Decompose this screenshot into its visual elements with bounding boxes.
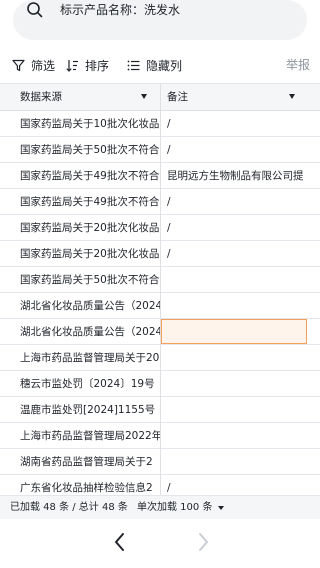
- cell-note[interactable]: /: [167, 111, 317, 137]
- cell-note[interactable]: /: [167, 215, 317, 241]
- cell-source[interactable]: 国家药监局关于20批次化妆品: [20, 215, 160, 241]
- cell-note-selected[interactable]: [161, 319, 307, 344]
- cell-source[interactable]: 湖北省化妆品质量公告（2024: [20, 319, 160, 345]
- cell-source[interactable]: 上海市药品监督管理局2022年: [20, 423, 160, 449]
- cell-source[interactable]: 湖北省化妆品质量公告（2024: [20, 293, 160, 319]
- cell-source[interactable]: 国家药监局关于49批次不符合: [20, 189, 160, 215]
- search-bar-area: 标示产品名称：洗发水: [0, 0, 320, 48]
- cell-source[interactable]: 穗云市监处罚〔2024〕19号: [20, 371, 160, 397]
- list-icon: [127, 60, 140, 70]
- filter-button[interactable]: 筛选: [12, 55, 55, 75]
- cell-note[interactable]: [167, 371, 317, 397]
- cell-source[interactable]: 广东省化妆品抽样检验信息2: [20, 475, 160, 495]
- cell-note[interactable]: [167, 397, 317, 423]
- bottom-navigation: [0, 519, 320, 568]
- sort-button[interactable]: 排序: [66, 55, 109, 75]
- loaded-count-text: 已加载 48 条 / 总计 48 条: [10, 502, 128, 513]
- cell-source[interactable]: 温鹿市监处罚[2024]1155号: [20, 397, 160, 423]
- cell-note[interactable]: /: [167, 475, 317, 495]
- cell-note[interactable]: /: [167, 137, 317, 163]
- cell-note[interactable]: /: [167, 189, 317, 215]
- cell-note[interactable]: [167, 267, 317, 293]
- sort-label: 排序: [85, 58, 110, 73]
- cell-source[interactable]: 国家药监局关于49批次不符合: [20, 163, 160, 189]
- toolbar: 筛选 排序 隐藏列 举报: [0, 48, 320, 82]
- column-divider: [160, 84, 161, 495]
- caret-down-icon: [218, 505, 225, 510]
- search-query-text: 标示产品名称：洗发水: [60, 3, 181, 17]
- cell-note[interactable]: [167, 293, 317, 319]
- cell-source[interactable]: 国家药监局关于50批次不符合: [20, 137, 160, 163]
- column-header-note[interactable]: 备注: [167, 84, 307, 110]
- cell-note[interactable]: [167, 345, 317, 371]
- column-header-source[interactable]: 数据来源: [20, 84, 158, 110]
- cell-source[interactable]: 上海市药品监督管理局关于20: [20, 345, 160, 371]
- column-menu-caret-icon[interactable]: [289, 94, 295, 99]
- back-arrow-icon[interactable]: [110, 531, 130, 553]
- batch-size-select[interactable]: 单次加载 100 条: [137, 496, 225, 519]
- data-table: 数据来源 备注 国家药监局关于10批次化妆品 / 国家药监局关于50批次不符合 / 国家…: [0, 83, 320, 495]
- cell-note[interactable]: [167, 423, 317, 449]
- cell-note[interactable]: [167, 449, 317, 475]
- column-header-source-label: 数据来源: [20, 91, 62, 103]
- hide-columns-button[interactable]: 隐藏列: [127, 55, 182, 75]
- cell-source[interactable]: 国家药监局关于10批次化妆品: [20, 111, 160, 137]
- filter-label: 筛选: [31, 58, 56, 73]
- forward-arrow-icon[interactable]: [193, 531, 213, 553]
- sort-icon: [66, 59, 78, 72]
- cell-note[interactable]: 昆明远方生物制品有限公司提: [167, 163, 317, 189]
- column-menu-caret-icon[interactable]: [141, 94, 147, 99]
- batch-size-label: 单次加载 100 条: [137, 502, 213, 513]
- search-icon: [26, 1, 44, 19]
- hide-columns-label: 隐藏列: [146, 58, 183, 73]
- column-header-note-label: 备注: [167, 91, 188, 103]
- report-link[interactable]: 举报: [286, 55, 310, 75]
- filter-icon: [12, 59, 25, 71]
- search-box[interactable]: 标示产品名称：洗发水: [13, 0, 307, 40]
- cell-source[interactable]: 国家药监局关于50批次不符合: [20, 267, 160, 293]
- status-bar: 已加载 48 条 / 总计 48 条 单次加载 100 条: [0, 495, 320, 519]
- cell-note[interactable]: /: [167, 241, 317, 267]
- cell-source[interactable]: 湖南省药品监督管理局关于2: [20, 449, 160, 475]
- cell-source[interactable]: 国家药监局关于20批次化妆品: [20, 241, 160, 267]
